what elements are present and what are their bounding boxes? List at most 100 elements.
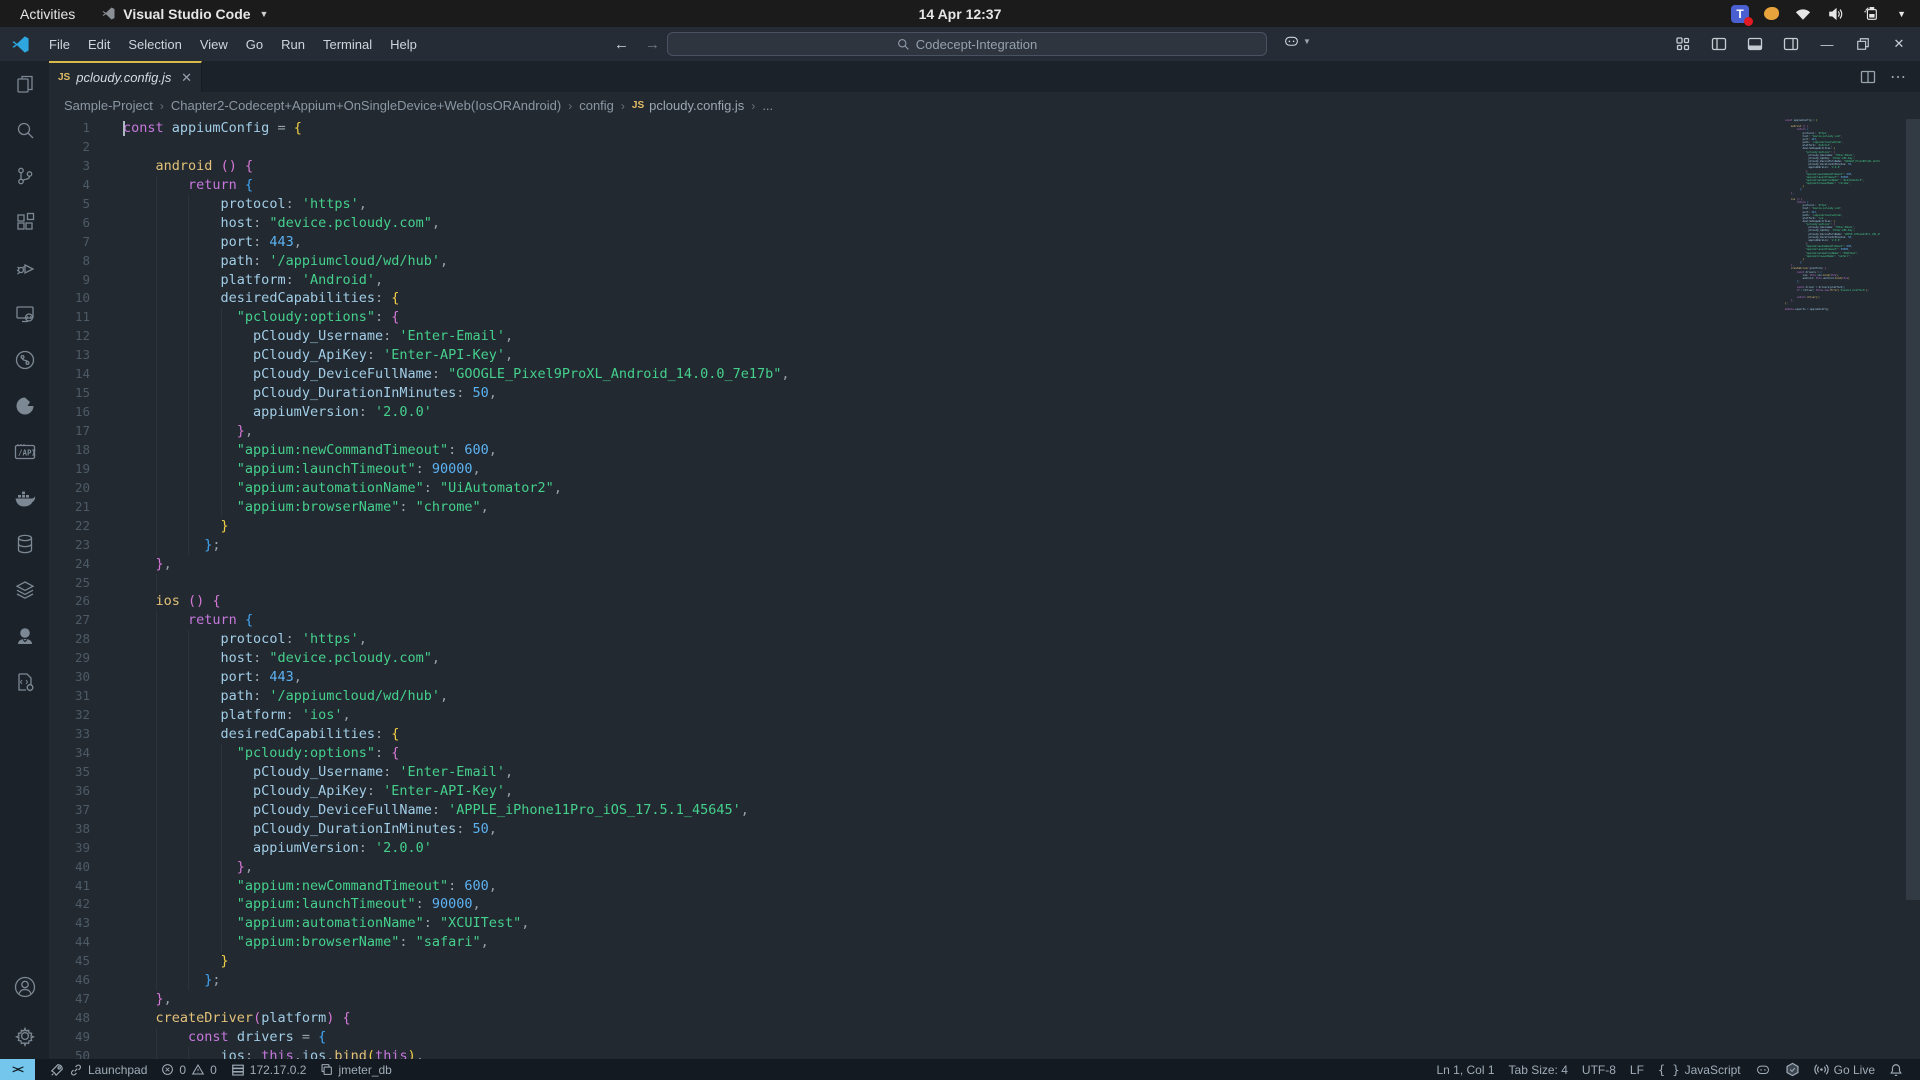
code-line[interactable]: 12 pCloudy_Username: 'Enter-Email', [49, 327, 1920, 346]
db-connection-item[interactable]: jmeter_db [313, 1059, 398, 1080]
code-line[interactable]: 21 "appium:browserName": "chrome", [49, 498, 1920, 517]
git-graph-icon[interactable] [0, 337, 49, 383]
source-control-icon[interactable] [0, 153, 49, 199]
breadcrumb-file[interactable]: JS pcloudy.config.js [632, 98, 744, 113]
code-line[interactable]: 4 return { [49, 176, 1920, 195]
code-line[interactable]: 15 pCloudy_DurationInMinutes: 50, [49, 384, 1920, 403]
code-line[interactable]: 16 appiumVersion: '2.0.0' [49, 403, 1920, 422]
copilot-icon[interactable] [1283, 34, 1300, 49]
menu-file[interactable]: File [40, 33, 79, 56]
navigate-back-icon[interactable]: ← [614, 36, 629, 53]
code-line[interactable]: 2 [49, 138, 1920, 157]
code-line[interactable]: 23 }; [49, 536, 1920, 555]
search-icon[interactable] [0, 107, 49, 153]
code-line[interactable]: 18 "appium:newCommandTimeout": 600, [49, 441, 1920, 460]
breadcrumb-project[interactable]: Sample-Project [64, 98, 153, 113]
menu-selection[interactable]: Selection [119, 33, 190, 56]
code-line[interactable]: 39 appiumVersion: '2.0.0' [49, 839, 1920, 858]
code-line[interactable]: 47 }, [49, 990, 1920, 1009]
code-line[interactable]: 42 "appium:launchTimeout": 90000, [49, 895, 1920, 914]
code-lines[interactable]: 1const appiumConfig = {23 android () {4 … [49, 119, 1920, 1059]
restore-button[interactable] [1850, 31, 1876, 57]
code-line[interactable]: 49 const drivers = { [49, 1028, 1920, 1047]
app-indicator-icon[interactable] [1764, 7, 1779, 20]
code-line[interactable]: 7 port: 443, [49, 233, 1920, 252]
tab-pcloudy-config[interactable]: JS pcloudy.config.js ✕ [49, 61, 202, 92]
tab-close-icon[interactable]: ✕ [181, 70, 192, 86]
code-line[interactable]: 40 }, [49, 858, 1920, 877]
more-actions-icon[interactable]: ⋯ [1890, 67, 1906, 87]
toggle-secondary-sidebar-icon[interactable] [1778, 31, 1804, 57]
activities-button[interactable]: Activities [12, 4, 83, 24]
code-line[interactable]: 24 }, [49, 555, 1920, 574]
code-line[interactable]: 19 "appium:launchTimeout": 90000, [49, 460, 1920, 479]
code-line[interactable]: 30 port: 443, [49, 668, 1920, 687]
code-line[interactable]: 25 [49, 574, 1920, 593]
customize-layout-icon[interactable] [1670, 31, 1696, 57]
menu-run[interactable]: Run [272, 33, 314, 56]
code-line[interactable]: 34 "pcloudy:options": { [49, 744, 1920, 763]
menu-help[interactable]: Help [381, 33, 426, 56]
copilot-status-icon[interactable] [1748, 1059, 1778, 1080]
jenkins-icon[interactable] [0, 613, 49, 659]
code-line[interactable]: 11 "pcloudy:options": { [49, 308, 1920, 327]
breadcrumb-symbol-ellipsis[interactable]: ... [762, 98, 773, 113]
minimize-button[interactable]: — [1814, 31, 1840, 57]
go-live-item[interactable]: Go Live [1807, 1059, 1882, 1080]
code-line[interactable]: 32 platform: 'ios', [49, 706, 1920, 725]
code-line[interactable]: 22 } [49, 517, 1920, 536]
openapi-icon[interactable]: /API [0, 429, 49, 475]
code-line[interactable]: 38 pCloudy_DurationInMinutes: 50, [49, 820, 1920, 839]
menu-edit[interactable]: Edit [79, 33, 119, 56]
extensions-icon[interactable] [0, 199, 49, 245]
code-line[interactable]: 45 } [49, 952, 1920, 971]
code-line[interactable]: 10 desiredCapabilities: { [49, 289, 1920, 308]
command-center-search[interactable]: Codecept-Integration [667, 32, 1267, 56]
code-line[interactable]: 37 pCloudy_DeviceFullName: 'APPLE_iPhone… [49, 801, 1920, 820]
code-line[interactable]: 27 return { [49, 611, 1920, 630]
run-and-debug-icon[interactable] [0, 245, 49, 291]
code-line[interactable]: 35 pCloudy_Username: 'Enter-Email', [49, 763, 1920, 782]
docker-icon[interactable] [0, 475, 49, 521]
layers-icon[interactable] [0, 567, 49, 613]
code-line[interactable]: 17 }, [49, 422, 1920, 441]
input-indicator-icon[interactable]: T [1731, 5, 1749, 23]
code-line[interactable]: 50 ios: this.ios.bind(this), [49, 1047, 1920, 1059]
code-line[interactable]: 14 pCloudy_DeviceFullName: "GOOGLE_Pixel… [49, 365, 1920, 384]
toggle-primary-sidebar-icon[interactable] [1706, 31, 1732, 57]
system-tray[interactable]: T ▼ [1731, 0, 1906, 27]
cursor-position[interactable]: Ln 1, Col 1 [1429, 1059, 1501, 1080]
code-line[interactable]: 9 platform: 'Android', [49, 271, 1920, 290]
database-icon[interactable] [0, 521, 49, 567]
remote-indicator[interactable]: >< [0, 1059, 35, 1080]
code-line[interactable]: 44 "appium:browserName": "safari", [49, 933, 1920, 952]
code-line[interactable]: 3 android () { [49, 157, 1920, 176]
navigate-forward-icon[interactable]: → [645, 36, 660, 53]
code-line[interactable]: 28 protocol: 'https', [49, 630, 1920, 649]
script-gear-extension-icon[interactable] [0, 659, 49, 705]
menu-view[interactable]: View [191, 33, 237, 56]
code-line[interactable]: 31 path: '/appiumcloud/wd/hub', [49, 687, 1920, 706]
code-line[interactable]: 48 createDriver(platform) { [49, 1009, 1920, 1028]
problems-item[interactable]: 0 0 [154, 1059, 223, 1080]
code-line[interactable]: 41 "appium:newCommandTimeout": 600, [49, 877, 1920, 896]
code-line[interactable]: 29 host: "device.pcloudy.com", [49, 649, 1920, 668]
code-line[interactable]: 26 ios () { [49, 592, 1920, 611]
accounts-icon[interactable] [0, 967, 49, 1013]
code-line[interactable]: 43 "appium:automationName": "XCUITest", [49, 914, 1920, 933]
minimap[interactable]: const appiumConfig = { android () { retu… [1785, 119, 1880, 1059]
close-button[interactable]: ✕ [1886, 31, 1912, 57]
eol[interactable]: LF [1623, 1059, 1651, 1080]
code-line[interactable]: 36 pCloudy_ApiKey: 'Enter-API-Key', [49, 782, 1920, 801]
host-ip-item[interactable]: 172.17.0.2 [224, 1059, 314, 1080]
hexagon-badge-icon[interactable] [1778, 1059, 1807, 1080]
code-line[interactable]: 33 desiredCapabilities: { [49, 725, 1920, 744]
language-mode[interactable]: { } JavaScript [1651, 1059, 1748, 1080]
vertical-scrollbar[interactable] [1906, 119, 1920, 900]
code-line[interactable]: 8 path: '/appiumcloud/wd/hub', [49, 252, 1920, 271]
remote-explorer-icon[interactable] [0, 291, 49, 337]
split-editor-icon[interactable] [1860, 69, 1876, 85]
menu-terminal[interactable]: Terminal [314, 33, 381, 56]
code-line[interactable]: 46 }; [49, 971, 1920, 990]
code-line[interactable]: 5 protocol: 'https', [49, 195, 1920, 214]
